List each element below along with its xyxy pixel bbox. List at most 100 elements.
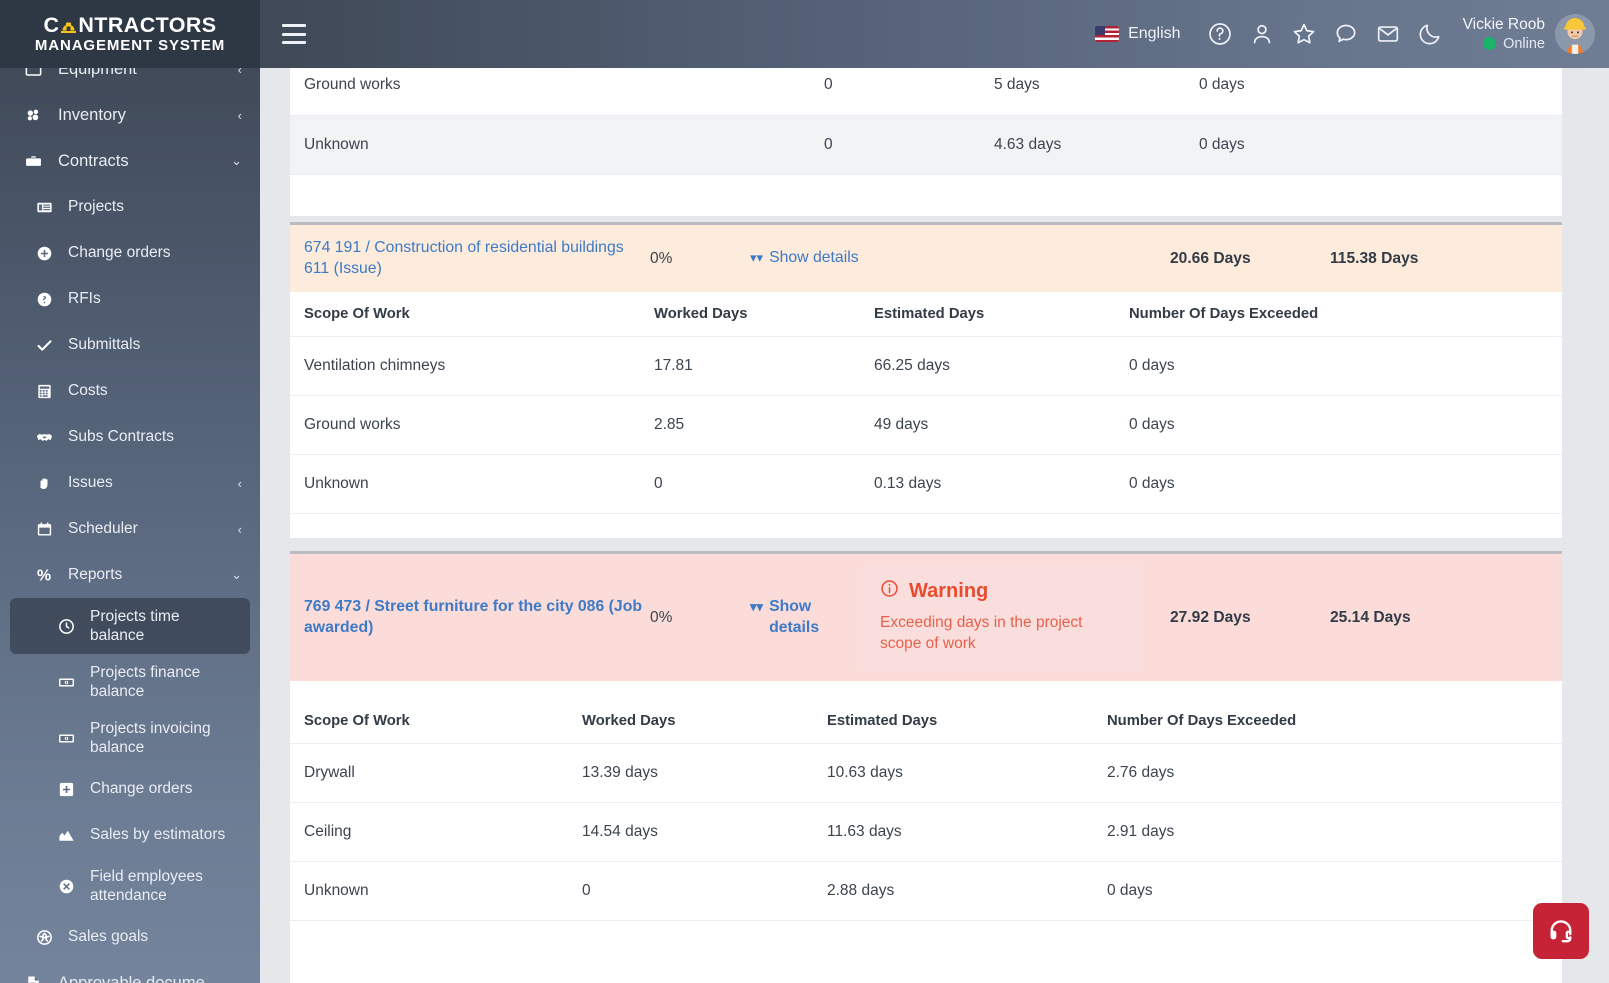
cell-worked: 0: [810, 115, 980, 175]
sidebar-item-projects[interactable]: Projects: [0, 184, 260, 230]
show-details-button-2[interactable]: ▾▾ Show details: [750, 597, 860, 638]
sidebar-item-change-orders[interactable]: Change orders: [0, 230, 260, 276]
project-summary-pink[interactable]: 769 473 / Street furniture for the city …: [290, 551, 1562, 681]
project-summary-orange[interactable]: 674 191 / Construction of residential bu…: [290, 222, 1562, 292]
cell-exceeded: 2.76 days: [1093, 743, 1562, 803]
support-button[interactable]: [1533, 903, 1589, 959]
project-2-days-b-cell: 25.14 Days: [1330, 609, 1490, 627]
cell-scope: Ceiling: [290, 802, 568, 862]
warning-title-row: Warning: [880, 579, 1125, 604]
language-selector[interactable]: English: [1095, 25, 1181, 43]
show-details-button-1[interactable]: ▾▾ Show details: [750, 248, 1170, 269]
brand-logo[interactable]: C NTRACTORS MANAGEMENT SYSTEM: [0, 0, 260, 68]
sidebar-item-change-orders[interactable]: Change orders: [0, 766, 260, 812]
sidebar-item-reports[interactable]: % Reports ⌄: [0, 552, 260, 598]
sidebar-item-label: Inventory: [58, 105, 126, 124]
sidebar-item-label: Change orders: [90, 780, 193, 797]
top-table: Ground works 0 5 days 0 days Unknown 0 4.63 da…: [290, 68, 1562, 175]
sidebar-item-label: Submittals: [68, 336, 141, 353]
hamburger-icon[interactable]: [282, 24, 306, 44]
user-menu[interactable]: Vickie Roob Online: [1463, 14, 1595, 54]
projects-icon: [34, 198, 54, 217]
cell-worked: 2.85: [640, 395, 860, 455]
sidebar-item-label: Contracts: [58, 151, 129, 170]
sidebar-item-sales-goals[interactable]: Sales goals: [0, 914, 260, 960]
plus-square-icon: [56, 780, 76, 799]
sidebar-item-scheduler[interactable]: Scheduler ‹: [0, 506, 260, 552]
project-1-days-b-cell: 115.38 Days: [1330, 250, 1490, 268]
chevron-left-icon: ‹: [237, 107, 242, 123]
envelope-icon[interactable]: [1367, 13, 1409, 55]
sidebar-item-label: Projects: [68, 198, 124, 215]
chevron-down-icon: ⌄: [231, 567, 242, 582]
cell-worked: 0: [568, 861, 813, 921]
online-dot-icon: [1483, 37, 1497, 51]
cell-exceeded: 0 days: [1115, 454, 1562, 514]
sidebar-item-rfis[interactable]: RFIs: [0, 276, 260, 322]
project-1-percent-cell: 0%: [650, 250, 750, 268]
sidebar-item-projects-invoicing-balance[interactable]: Projects invoicing balance: [0, 710, 260, 766]
document-icon: [22, 974, 44, 983]
sidebar-item-label: Projects time balance: [90, 607, 180, 644]
sidebar-item-sales-by-estimators[interactable]: Sales by estimators: [0, 812, 260, 858]
cell-estimated: 66.25 days: [860, 336, 1115, 396]
cell-estimated: 49 days: [860, 395, 1115, 455]
star-icon[interactable]: [1283, 13, 1325, 55]
cell-worked: 13.39 days: [568, 743, 813, 803]
header-actions: English Vickie Roob Online: [1095, 13, 1609, 55]
cell-scope: Unknown: [290, 861, 568, 921]
x-circle-icon: [56, 877, 76, 896]
cell-estimated: 0.13 days: [860, 454, 1115, 514]
sidebar: C NTRACTORS MANAGEMENT SYSTEM Equipment ‹…: [0, 0, 260, 983]
show-details-label-1: Show details: [769, 249, 859, 267]
cell-estimated: 10.63 days: [813, 743, 1093, 803]
avatar[interactable]: [1555, 14, 1595, 54]
sidebar-item-label: RFIs: [68, 290, 101, 307]
project-1-details-cell: ▾▾ Show details: [750, 248, 1170, 269]
sidebar-item-issues[interactable]: Issues ‹: [0, 460, 260, 506]
table-row: Ceiling 14.54 days 11.63 days 2.91 days: [290, 802, 1562, 862]
cell-exceeded: 2.91 days: [1093, 802, 1562, 862]
cell-worked: 0: [810, 68, 980, 116]
sidebar-item-submittals[interactable]: Submittals: [0, 322, 260, 368]
sidebar-item-costs[interactable]: Costs: [0, 368, 260, 414]
cell-scope: Ground works: [290, 68, 810, 116]
sidebar-item-field-employees-attendance[interactable]: Field employees attendance: [0, 858, 260, 914]
main-content: Ground works 0 5 days 0 days Unknown 0 4.63 da…: [260, 68, 1609, 983]
project-row-1[interactable]: 674 191 / Construction of residential bu…: [290, 222, 1562, 292]
project-row-2[interactable]: 769 473 / Street furniture for the city …: [290, 551, 1562, 681]
sidebar-item-contracts[interactable]: Contracts ⌄: [0, 138, 260, 184]
scope-table-1-header-row: Scope Of Work Worked Days Estimated Days Nu…: [290, 292, 1562, 337]
project-1-name-cell: 674 191 / Construction of residential bu…: [290, 238, 650, 279]
banknote-icon: [56, 673, 76, 692]
project-1-name[interactable]: 674 191 / Construction of residential bu…: [304, 239, 624, 277]
sidebar-item-approvable-docume[interactable]: Approvable docume…: [0, 960, 260, 983]
plus-circle-icon: [34, 244, 54, 263]
help-circle-icon[interactable]: [1199, 13, 1241, 55]
sidebar-item-projects-finance-balance[interactable]: Projects finance balance: [0, 654, 260, 710]
project-2-name[interactable]: 769 473 / Street furniture for the city …: [304, 598, 642, 636]
chat-bubble-icon[interactable]: [1325, 13, 1367, 55]
user-icon[interactable]: [1241, 13, 1283, 55]
sidebar-item-label: Subs Contracts: [68, 428, 174, 445]
check-icon: [34, 336, 54, 355]
table-row: Ventilation chimneys 17.81 66.25 days 0 day…: [290, 336, 1562, 396]
column-header: Worked Days: [568, 699, 813, 744]
chevron-double-down-icon: ▾▾: [750, 250, 764, 266]
column-header: Estimated Days: [860, 292, 1115, 337]
project-1-percent: 0%: [650, 249, 673, 267]
sidebar-item-inventory[interactable]: Inventory ‹: [0, 92, 260, 138]
cell-worked: 14.54 days: [568, 802, 813, 862]
moon-icon[interactable]: [1409, 13, 1451, 55]
scope-table-2: Scope Of Work Worked Days Estimated Days Nu…: [290, 699, 1562, 921]
cell-exceeded: 0 days: [1185, 115, 1562, 175]
warning-box: Warning Exceeding days in the project sc…: [860, 562, 1145, 673]
project-2-percent-cell: 0%: [650, 609, 750, 627]
column-header: Scope Of Work: [290, 699, 568, 744]
top-table-panel: Ground works 0 5 days 0 days Unknown 0 4.63 da…: [290, 68, 1562, 216]
sidebar-item-subs-contracts[interactable]: Subs Contracts: [0, 414, 260, 460]
cell-estimated: 11.63 days: [813, 802, 1093, 862]
inventory-icon: [22, 106, 44, 125]
sidebar-item-projects-time-balance[interactable]: Projects time balance: [10, 598, 250, 654]
sidebar-item-label: Change orders: [68, 244, 171, 261]
